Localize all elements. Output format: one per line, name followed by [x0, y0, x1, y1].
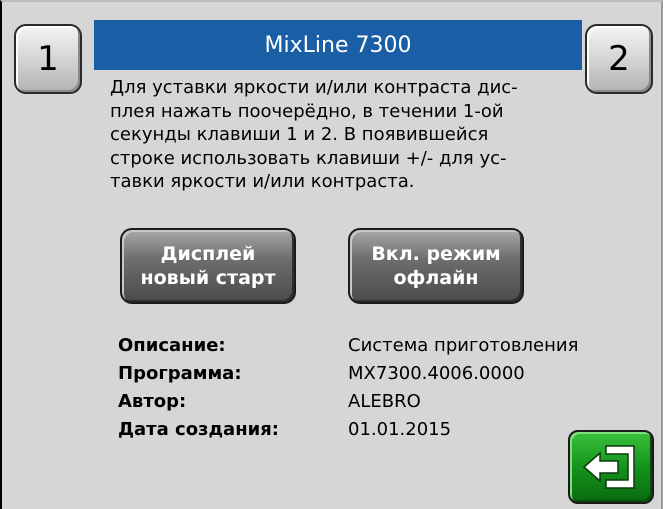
info-label: Дата создания:	[118, 419, 280, 440]
display-restart-button[interactable]: Дисплей новый старт	[120, 228, 296, 304]
exit-door-arrow-icon	[582, 445, 635, 489]
info-value: MX7300.4006.0000	[348, 363, 525, 384]
info-value: ALEBRO	[348, 391, 421, 412]
instructions-text: Для уставки яркости и/или контраста дис-…	[110, 77, 518, 192]
key-1-button[interactable]: 1	[14, 24, 82, 94]
info-label: Программа:	[118, 363, 242, 384]
key-2-label: 2	[608, 39, 630, 79]
program-info: Описание: Система приготовления Программ…	[118, 332, 618, 444]
offline-mode-button[interactable]: Вкл. режим офлайн	[348, 228, 524, 304]
info-value: 01.01.2015	[348, 419, 452, 440]
info-row-program: Программа: MX7300.4006.0000	[118, 360, 618, 388]
exit-button[interactable]	[568, 430, 654, 504]
offline-mode-label: Вкл. режим офлайн	[371, 243, 501, 289]
key-2-button[interactable]: 2	[585, 24, 653, 94]
display-restart-label: Дисплей новый старт	[140, 243, 276, 289]
title-bar: MixLine 7300	[94, 20, 582, 70]
info-row-created: Дата создания: 01.01.2015	[118, 416, 618, 444]
info-label: Автор:	[118, 391, 187, 412]
info-row-author: Автор: ALEBRO	[118, 388, 618, 416]
info-row-description: Описание: Система приготовления	[118, 332, 618, 360]
info-value: Система приготовления	[348, 335, 579, 356]
page-title: MixLine 7300	[264, 32, 412, 58]
info-label: Описание:	[118, 335, 226, 356]
key-1-label: 1	[37, 39, 59, 79]
